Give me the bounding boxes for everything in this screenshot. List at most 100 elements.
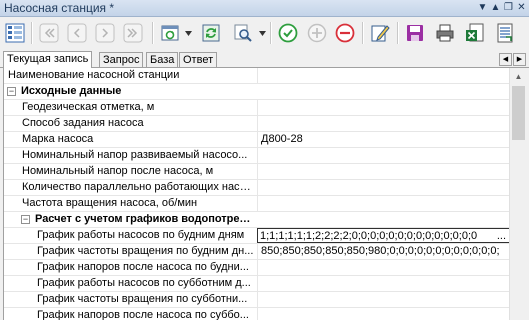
chevron-down-icon[interactable] — [185, 31, 192, 36]
category-row[interactable]: −Расчет с учетом графиков водопотреблени… — [4, 212, 510, 228]
restore-icon[interactable]: ❐ — [502, 1, 515, 14]
property-label: Расчет с учетом графиков водопотребления — [35, 213, 254, 225]
property-label: График работы насосов по будним дням — [37, 229, 245, 241]
search-button[interactable] — [231, 21, 255, 45]
reload-icon — [202, 24, 220, 42]
previous-record-button[interactable] — [65, 21, 89, 45]
next-record-button[interactable] — [93, 21, 117, 45]
refresh-view-button[interactable] — [158, 21, 182, 45]
window-title: Насосная станция * — [4, 1, 115, 15]
property-value[interactable] — [257, 308, 510, 320]
print-button[interactable] — [433, 21, 457, 45]
delete-record-icon — [335, 23, 355, 43]
property-value-text: 1;1;1;1;1;1;2;2;2;2;0;0;0;0;0;0;0;0;0;0;… — [260, 230, 478, 242]
property-row[interactable]: Номинальный напор после насоса, м — [4, 164, 510, 180]
tab-answer[interactable]: Ответ — [179, 52, 218, 67]
property-value[interactable] — [257, 116, 510, 131]
close-icon[interactable]: ✕ — [515, 1, 528, 14]
property-value[interactable] — [257, 164, 510, 179]
scroll-thumb[interactable] — [512, 86, 525, 140]
property-row[interactable]: График работы насосов по субботним д... — [4, 276, 510, 292]
property-row[interactable]: График напоров после насоса по будни... — [4, 260, 510, 276]
export-icon — [497, 23, 513, 43]
add-record-button[interactable] — [305, 21, 329, 45]
edit-icon — [371, 25, 390, 42]
title-bar: Насосная станция * ▼ ▲ ❐ ✕ — [0, 0, 529, 17]
property-value[interactable] — [257, 68, 510, 83]
export-excel-button[interactable] — [463, 21, 487, 45]
scroll-up-icon[interactable]: ▲ — [510, 68, 527, 85]
property-label: Наименование насосной станции — [8, 69, 180, 81]
next-record-icon — [95, 23, 115, 43]
property-row[interactable]: Марка насоса Д800-28 — [4, 132, 510, 148]
property-label: Геодезическая отметка, м — [22, 101, 155, 113]
property-value[interactable] — [257, 180, 510, 195]
property-value[interactable]: 850;850;850;850;850;980;0;0;0;0;0;0;0;0;… — [257, 244, 510, 259]
collapse-icon[interactable]: − — [21, 215, 30, 224]
property-label: Способ задания насоса — [22, 117, 144, 129]
property-value[interactable] — [257, 276, 510, 291]
property-row[interactable]: Количество параллельно работающих насо..… — [4, 180, 510, 196]
property-grid: Наименование насосной станции − Исходные д… — [3, 68, 510, 320]
property-row[interactable]: График напоров после насоса по суббо... — [4, 308, 510, 320]
property-value-text: Д800-28 — [261, 133, 303, 145]
tab-current-record[interactable]: Текущая запись — [3, 51, 93, 68]
property-row[interactable]: Способ задания насоса — [4, 116, 510, 132]
tab-query[interactable]: Запрос — [99, 52, 144, 67]
property-row[interactable]: Номинальный напор развиваемый насосо... — [4, 148, 510, 164]
property-value[interactable]: Д800-28 — [257, 132, 510, 147]
refresh-view-icon — [161, 25, 179, 41]
property-row[interactable]: График работы насосов по будним дням 1;1;… — [4, 228, 510, 244]
tab-scroll-right-icon[interactable]: ▶ — [513, 53, 526, 66]
dropdown-icon[interactable]: ▼ — [476, 1, 489, 14]
tab-base[interactable]: База — [146, 52, 179, 67]
delete-record-button[interactable] — [333, 21, 357, 45]
last-record-button[interactable] — [121, 21, 145, 45]
property-value[interactable] — [257, 100, 510, 115]
last-record-icon — [123, 23, 143, 43]
apply-icon — [278, 23, 298, 43]
export-button[interactable] — [493, 21, 517, 45]
property-value[interactable] — [257, 148, 510, 163]
reload-button[interactable] — [199, 21, 223, 45]
property-label: Номинальный напор после насоса, м — [22, 165, 214, 177]
first-record-button[interactable] — [37, 21, 61, 45]
grid-view-button[interactable] — [3, 21, 27, 45]
collapse-icon[interactable]: − — [7, 87, 16, 96]
property-value[interactable] — [257, 292, 510, 307]
toolbar — [0, 17, 529, 50]
vertical-scrollbar[interactable]: ▲ — [509, 68, 527, 320]
property-value[interactable] — [257, 260, 510, 275]
property-label: Исходные данные — [21, 85, 122, 97]
apply-button[interactable] — [276, 21, 300, 45]
grid-view-icon — [5, 23, 25, 43]
property-value[interactable] — [257, 196, 510, 211]
property-value[interactable]: 1;1;1;1;1;1;2;2;2;2;0;0;0;0;0;0;0;0;0;0;… — [257, 228, 510, 243]
property-row[interactable]: Наименование насосной станции — [4, 68, 510, 84]
property-label: Частота вращения насоса, об/мин — [22, 197, 198, 209]
ellipsis-button[interactable]: ... — [497, 229, 506, 242]
tab-strip: Текущая запись Запрос База Ответ ◀ ▶ — [0, 51, 529, 68]
print-icon — [436, 24, 454, 42]
property-row[interactable]: График частоты вращения по будним дн... 8… — [4, 244, 510, 260]
previous-record-icon — [67, 23, 87, 43]
add-record-icon — [307, 23, 327, 43]
save-button[interactable] — [403, 21, 427, 45]
property-label: График частоты вращения по будним дн... — [37, 245, 254, 257]
property-label: Марка насоса — [22, 133, 94, 145]
property-label: График напоров после насоса по будни... — [37, 261, 249, 273]
export-excel-icon — [466, 23, 484, 42]
first-record-icon — [39, 23, 59, 43]
edit-button[interactable] — [368, 21, 392, 45]
search-icon — [234, 24, 252, 42]
property-label: График частоты вращения по субботни... — [37, 293, 248, 305]
tab-scroll-left-icon[interactable]: ◀ — [499, 53, 512, 66]
property-row[interactable]: Геодезическая отметка, м — [4, 100, 510, 116]
property-row[interactable]: График частоты вращения по субботни... — [4, 292, 510, 308]
property-label: Номинальный напор развиваемый насосо... — [22, 149, 248, 161]
property-row[interactable]: Частота вращения насоса, об/мин — [4, 196, 510, 212]
chevron-down-icon[interactable] — [259, 31, 266, 36]
property-label: Количество параллельно работающих насо..… — [22, 181, 254, 193]
minimize-icon[interactable]: ▲ — [489, 1, 502, 14]
category-row[interactable]: − Исходные данные — [4, 84, 510, 100]
